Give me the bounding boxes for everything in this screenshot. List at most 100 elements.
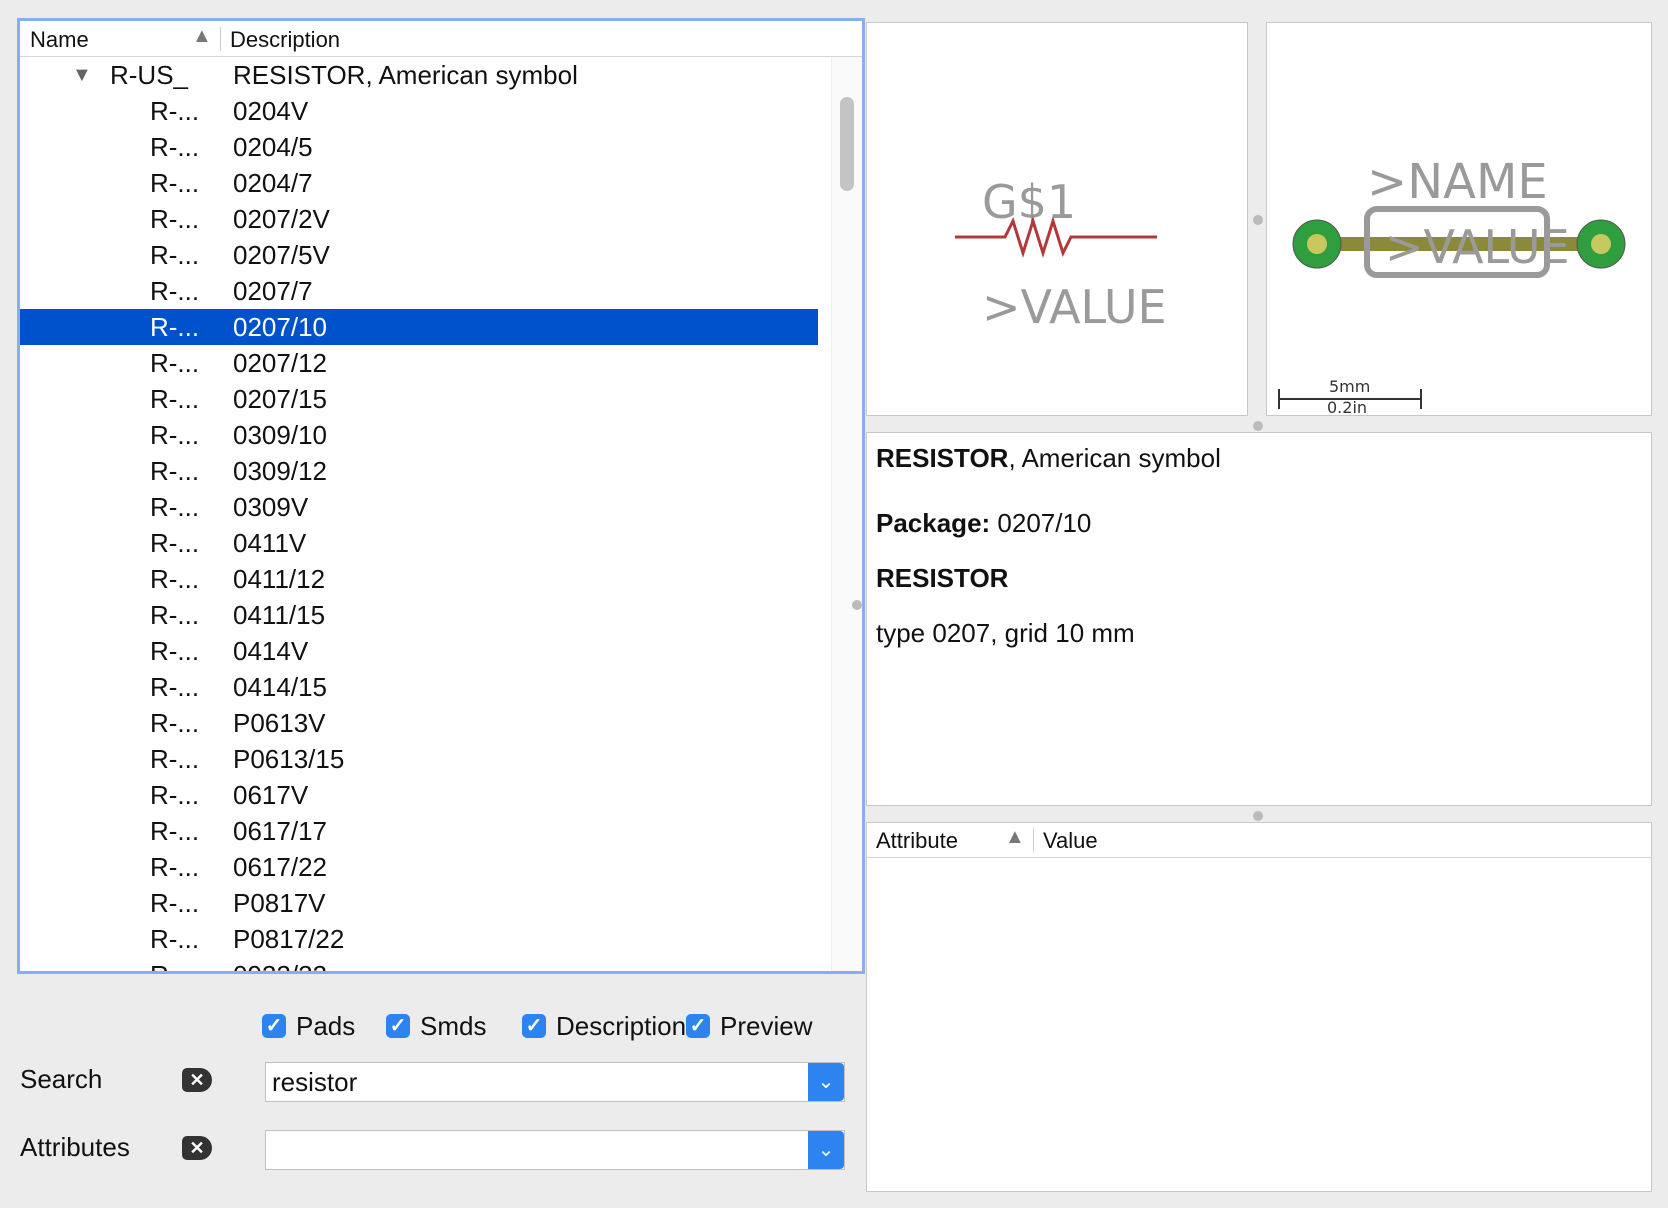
tree-row-list: R-... 0204V R-... 0204/5 R-... 0204/7 R-... 020…: [20, 93, 818, 971]
splitter-handle-vertical[interactable]: [852, 600, 862, 610]
row-name: R-...: [150, 672, 200, 702]
row-description: 0207/5V: [233, 240, 330, 270]
row-description: P0817V: [233, 888, 326, 918]
tree-row[interactable]: R-... 0207/12: [20, 345, 818, 381]
column-header-name[interactable]: Name: [30, 27, 89, 53]
row-name: R-...: [150, 780, 200, 810]
tree-row[interactable]: R-... 0617/22: [20, 849, 818, 885]
check-icon: ✓: [522, 1014, 546, 1038]
splitter-handle-preview[interactable]: [1253, 215, 1263, 225]
tree-row[interactable]: R-... 0207/7: [20, 273, 818, 309]
row-description: 0411V: [233, 528, 307, 558]
row-description: 0207/12: [233, 348, 327, 378]
row-name: R-...: [150, 564, 200, 594]
column-divider[interactable]: [1033, 828, 1034, 852]
row-name: R-...: [150, 384, 200, 414]
tree-row[interactable]: R-... 0414V: [20, 633, 818, 669]
tree-row[interactable]: R-... 0204V: [20, 93, 818, 129]
row-name: R-...: [150, 348, 200, 378]
splitter-handle-attributes[interactable]: [1253, 811, 1263, 821]
row-name: R-...: [150, 708, 200, 738]
row-description: 0207/7: [233, 276, 313, 306]
attributes-combobox[interactable]: ⌄: [265, 1130, 845, 1170]
info-package-value: 0207/10: [990, 508, 1092, 538]
search-label: Search: [20, 1064, 103, 1094]
symbol-preview: G$1 >VALUE: [866, 22, 1248, 416]
tree-row[interactable]: R-... 0617V: [20, 777, 818, 813]
info-heading: RESISTOR: [876, 563, 1009, 593]
column-header-attribute[interactable]: Attribute: [876, 828, 958, 854]
row-name: R-...: [150, 816, 200, 846]
tree-row[interactable]: R-... 0922/22: [20, 957, 818, 971]
row-description: 0207/15: [233, 384, 327, 414]
smds-checkbox[interactable]: ✓ Smds: [386, 1008, 486, 1044]
tree-row[interactable]: R-... 0204/7: [20, 165, 818, 201]
row-name: R-...: [150, 528, 200, 558]
tree-scrollbar[interactable]: [831, 57, 862, 971]
column-divider[interactable]: [220, 27, 221, 51]
tree-row[interactable]: R-... 0411/15: [20, 597, 818, 633]
tree-rows: ▼ R-US_ RESISTOR, American symbol R-... 0…: [20, 57, 818, 971]
scrollbar-thumb[interactable]: [840, 97, 854, 191]
tree-row[interactable]: R-... 0414/15: [20, 669, 818, 705]
scale-in-label: 0.2in: [1327, 398, 1367, 415]
tree-parent-row[interactable]: ▼ R-US_ RESISTOR, American symbol: [20, 57, 818, 93]
row-name: R-...: [150, 204, 200, 234]
column-header-value[interactable]: Value: [1043, 828, 1098, 854]
info-title-rest: , American symbol: [1008, 443, 1221, 473]
tree-row[interactable]: R-... 0309/10: [20, 417, 818, 453]
row-description: P0817/22: [233, 924, 345, 954]
pads-checkbox[interactable]: ✓ Pads: [262, 1008, 355, 1044]
info-detail: type 0207, grid 10 mm: [876, 618, 1135, 648]
tree-row[interactable]: R-... 0411/12: [20, 561, 818, 597]
tree-row[interactable]: R-... 0309/12: [20, 453, 818, 489]
row-description: 0204/5: [233, 132, 313, 162]
row-description: 0207/2V: [233, 204, 330, 234]
attributes-table[interactable]: Attribute ▲ Value: [866, 822, 1652, 1192]
symbol-value-label: >VALUE: [982, 280, 1167, 334]
row-description: 0617/22: [233, 852, 327, 882]
row-name: R-...: [150, 168, 200, 198]
clear-attributes-icon[interactable]: ✕: [182, 1136, 212, 1160]
row-name: R-...: [150, 852, 200, 882]
check-icon: ✓: [262, 1014, 286, 1038]
attributes-dropdown-chevron-icon[interactable]: ⌄: [808, 1131, 844, 1169]
search-combobox[interactable]: resistor ⌄: [265, 1062, 845, 1102]
preview-label: Preview: [720, 1011, 813, 1041]
tree-row[interactable]: R-... 0411V: [20, 525, 818, 561]
row-name: R-...: [150, 744, 200, 774]
clear-search-icon[interactable]: ✕: [182, 1068, 212, 1092]
tree-row[interactable]: R-... 0207/5V: [20, 237, 818, 273]
row-name: R-...: [150, 312, 200, 342]
tree-row[interactable]: R-... P0613/15: [20, 741, 818, 777]
row-name: R-...: [150, 888, 200, 918]
row-name: R-...: [150, 492, 200, 522]
tree-header: Name ▲ Description: [20, 21, 862, 57]
search-input[interactable]: resistor: [272, 1067, 357, 1098]
info-package: Package: 0207/10: [876, 508, 1642, 539]
tree-row[interactable]: R-... 0617/17: [20, 813, 818, 849]
tree-row[interactable]: R-... 0207/2V: [20, 201, 818, 237]
description-checkbox[interactable]: ✓ Description: [522, 1008, 690, 1044]
tree-row[interactable]: R-... P0817V: [20, 885, 818, 921]
tree-row[interactable]: R-... P0613V: [20, 705, 818, 741]
package-value-label: >VALUE: [1385, 220, 1570, 274]
collapse-triangle-icon[interactable]: ▼: [72, 57, 92, 93]
tree-row[interactable]: R-... P0817/22: [20, 921, 818, 957]
preview-checkbox[interactable]: ✓ Preview: [686, 1008, 812, 1044]
smds-label: Smds: [420, 1011, 487, 1041]
tree-row[interactable]: R-... 0309V: [20, 489, 818, 525]
tree-row[interactable]: R-... 0204/5: [20, 129, 818, 165]
tree-row[interactable]: R-... 0207/15: [20, 381, 818, 417]
row-description: 0204/7: [233, 168, 313, 198]
column-header-description[interactable]: Description: [230, 27, 340, 53]
splitter-handle-info[interactable]: [1253, 421, 1263, 431]
device-tree[interactable]: Name ▲ Description ▼ R-US_ RESISTOR, Ame…: [17, 18, 865, 974]
tree-row[interactable]: R-... 0207/10: [20, 309, 818, 345]
row-description: 0309/10: [233, 420, 327, 450]
row-name: R-...: [150, 456, 200, 486]
search-dropdown-chevron-icon[interactable]: ⌄: [808, 1063, 844, 1101]
device-description: RESISTOR, American symbol: [233, 60, 578, 90]
scale-mm-label: 5mm: [1329, 377, 1370, 396]
package-name-label: >NAME: [1367, 154, 1548, 210]
